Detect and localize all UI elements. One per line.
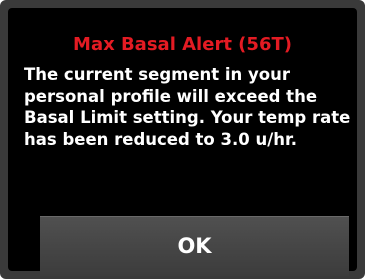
- alert-message-line: has been reduced to 3.0 u/hr.: [24, 129, 298, 149]
- alert-screen: Max Basal Alert (56T) The current segmen…: [8, 8, 357, 276]
- alert-message-line: The current segment in your: [24, 65, 291, 84]
- device-bezel: Max Basal Alert (56T) The current segmen…: [0, 0, 365, 279]
- alert-title: Max Basal Alert (56T): [73, 34, 292, 55]
- ok-button[interactable]: OK: [40, 216, 349, 276]
- alert-message: The current segment in your personal pro…: [24, 64, 354, 150]
- alert-message-line: Basal Limit setting. Your temp rate: [24, 108, 351, 127]
- alert-message-line: personal profile will exceed the: [24, 86, 318, 106]
